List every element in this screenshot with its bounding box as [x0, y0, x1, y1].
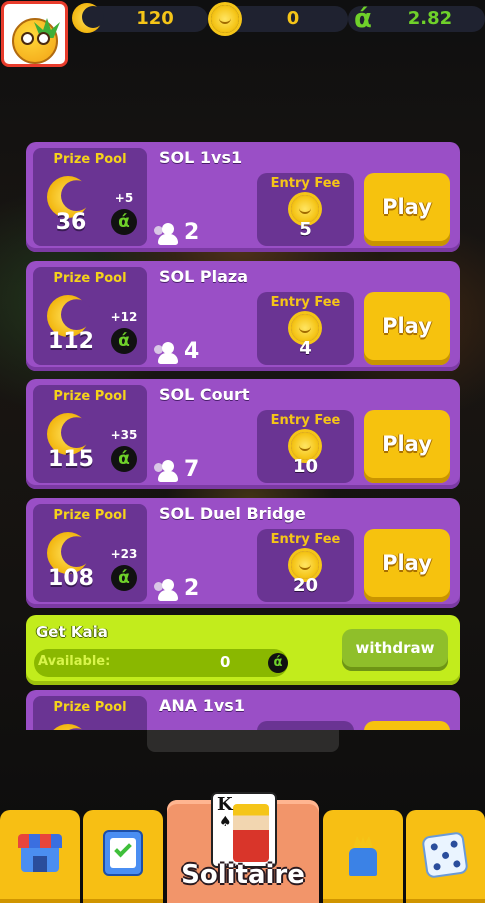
game-title: SOL Court — [159, 385, 250, 404]
game-title: SOL 1vs1 — [159, 148, 243, 167]
game-card-sol-1vs1: Prize Pool 36 +5 ά SOL 1vs1 2 Entry Fee … — [26, 142, 460, 252]
kaia-icon: ά — [111, 328, 137, 354]
nav-games[interactable] — [406, 810, 485, 903]
entry-fee-amount: 20 — [292, 575, 319, 596]
moon-coin-icon — [72, 3, 104, 33]
prize-pool-bonus: +35 — [110, 428, 138, 442]
nav-tasks[interactable] — [83, 810, 163, 903]
prize-pool-label: Prize Pool — [53, 271, 127, 286]
card-rank: K — [217, 794, 233, 815]
pineapple-avatar-icon — [12, 18, 60, 64]
entry-fee-box: Entry Fee 4 — [257, 292, 354, 365]
moon-balance-value: 120 — [136, 8, 174, 29]
nav-solitaire-label: Solitaire — [181, 860, 305, 890]
player-count-value: 2 — [184, 576, 200, 601]
prize-pool-box: Prize Pool — [33, 696, 147, 730]
get-kaia-title: Get Kaia — [36, 623, 108, 641]
available-value: 0 — [220, 653, 231, 671]
play-button[interactable] — [364, 721, 450, 730]
game-title: SOL Plaza — [159, 267, 249, 286]
game-card-sol-plaza: Prize Pool 112 +12 ά SOL Plaza 4 Entry F… — [26, 261, 460, 371]
game-title: ANA 1vs1 — [159, 696, 245, 715]
entry-fee-amount: 10 — [292, 456, 319, 477]
prize-pool-box: Prize Pool 112 +12 ά — [33, 267, 147, 365]
sun-balance: 0 — [208, 5, 348, 33]
kaia-available-bar: Available: 0 ά — [34, 649, 288, 677]
kaia-balance-value: 2.82 — [407, 8, 453, 29]
entry-fee-label: Entry Fee — [270, 413, 341, 428]
entry-fee-amount: 5 — [299, 219, 312, 240]
play-button[interactable]: Play — [364, 173, 450, 246]
game-title: SOL Duel Bridge — [159, 504, 306, 523]
kaia-icon: ά — [111, 209, 137, 235]
clipboard-check-icon — [103, 830, 143, 876]
player-count-value: 2 — [184, 220, 200, 245]
entry-fee-box: Entry Fee 5 — [257, 173, 354, 246]
prize-pool-label: Prize Pool — [53, 389, 127, 404]
kaia-icon: ά — [268, 653, 288, 673]
king-of-spades-icon: K ♠ — [211, 792, 277, 868]
entry-fee-box — [257, 721, 354, 730]
crown-pedestal-icon — [345, 836, 381, 876]
play-button[interactable]: Play — [364, 410, 450, 483]
play-button[interactable]: Play — [364, 292, 450, 365]
prize-pool-amount: 36 — [55, 210, 87, 235]
get-kaia-panel: Get Kaia Available: 0 ά withdraw — [26, 615, 460, 685]
withdraw-button[interactable]: withdraw — [342, 629, 448, 671]
nav-shop[interactable] — [0, 810, 80, 903]
player-count-value: 7 — [184, 457, 200, 482]
moon-balance: 120 — [72, 3, 208, 33]
available-label: Available: — [38, 654, 111, 669]
kaia-icon: ά — [111, 565, 137, 591]
moon-coin-icon — [47, 724, 92, 730]
profile-avatar[interactable] — [1, 1, 68, 67]
prize-pool-label: Prize Pool — [53, 700, 127, 715]
prize-pool-bonus: +12 — [110, 310, 138, 324]
entry-fee-box: Entry Fee 20 — [257, 529, 354, 602]
prize-pool-amount: 112 — [48, 329, 94, 354]
prize-pool-box: Prize Pool 115 +35 ά — [33, 385, 147, 483]
game-card-sol-duel-bridge: Prize Pool 108 +23 ά SOL Duel Bridge 2 E… — [26, 498, 460, 608]
entry-fee-label: Entry Fee — [270, 295, 341, 310]
card-suit: ♠ — [219, 814, 232, 830]
prize-pool-box: Prize Pool 108 +23 ά — [33, 504, 147, 602]
entry-fee-label: Entry Fee — [270, 532, 341, 547]
prize-pool-box: Prize Pool 36 +5 ά — [33, 148, 147, 246]
prize-pool-amount: 108 — [48, 566, 94, 591]
nav-leaderboard[interactable] — [323, 810, 403, 903]
game-card-ana-1vs1-partial: Prize Pool ANA 1vs1 — [26, 690, 460, 730]
kaia-balance: ά 2.82 — [348, 6, 485, 32]
store-icon — [18, 834, 62, 874]
nav-solitaire[interactable]: K ♠ Solitaire — [167, 792, 319, 903]
player-count-value: 4 — [184, 339, 200, 364]
sun-coin-icon — [211, 5, 239, 33]
bottom-navigation: K ♠ Solitaire — [0, 792, 485, 903]
players-icon — [154, 222, 180, 246]
game-card-sol-court: Prize Pool 115 +35 ά SOL Court 7 Entry F… — [26, 379, 460, 489]
players-icon — [154, 578, 180, 602]
play-button[interactable]: Play — [364, 529, 450, 602]
entry-fee-label: Entry Fee — [270, 176, 341, 191]
players-icon — [154, 341, 180, 365]
prize-pool-bonus: +23 — [110, 547, 138, 561]
dice-icon — [421, 831, 469, 879]
prize-pool-bonus: +5 — [114, 191, 134, 205]
kaia-icon: ά — [111, 446, 137, 472]
sun-balance-value: 0 — [286, 8, 300, 29]
prize-pool-amount: 115 — [48, 447, 94, 472]
players-icon — [154, 459, 180, 483]
prize-pool-label: Prize Pool — [53, 152, 127, 167]
kaia-icon: ά — [354, 4, 372, 34]
top-bar: 120 0 ά 2.82 — [0, 0, 485, 70]
entry-fee-box: Entry Fee 10 — [257, 410, 354, 483]
entry-fee-amount: 4 — [299, 338, 312, 359]
prize-pool-label: Prize Pool — [53, 508, 127, 523]
